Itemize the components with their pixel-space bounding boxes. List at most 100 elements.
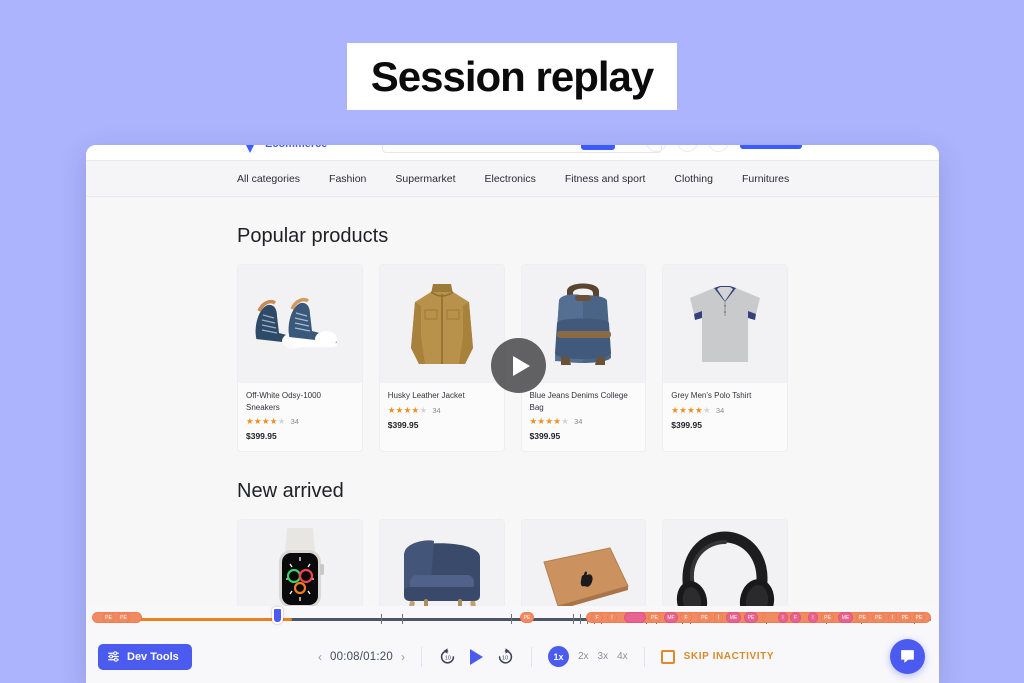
rating-count: 34 — [715, 406, 725, 415]
site-search-button[interactable] — [581, 145, 615, 150]
timeline-event[interactable]: ME — [838, 612, 853, 623]
timeline-event[interactable]: I — [714, 612, 723, 623]
sliders-icon — [108, 651, 119, 662]
timeline-event[interactable]: PE — [744, 612, 758, 623]
rewind-10-icon: 10 — [440, 648, 455, 664]
product-image-polo — [663, 265, 787, 383]
chat-support-button[interactable] — [890, 639, 925, 674]
nav-item-fitness-and-sport[interactable]: Fitness and sport — [565, 173, 646, 185]
speed-option-1x[interactable]: 1x — [547, 646, 569, 667]
forward-10-button[interactable]: 10 — [496, 647, 515, 666]
timeline-playhead[interactable] — [272, 607, 283, 624]
nav-item-electronics[interactable]: Electronics — [485, 173, 536, 185]
section-heading-new-arrived: New arrived — [237, 480, 344, 503]
timeline-event[interactable]: PE — [648, 612, 661, 623]
prev-event-button[interactable]: ‹ — [318, 650, 322, 664]
timeline-event[interactable]: I — [808, 612, 818, 623]
timeline-event[interactable]: PE — [899, 612, 911, 623]
skip-inactivity-checkbox[interactable] — [660, 649, 675, 664]
rating-count: 34 — [432, 406, 441, 415]
speed-option-2x[interactable]: 2x — [578, 651, 589, 662]
grey-polo-illustration — [690, 286, 761, 362]
product-card[interactable]: Grey Men's Polo Tshirt ★★★★★ 34 $399.95 — [662, 264, 788, 453]
time-display: 00:08/01:20 — [330, 650, 393, 663]
timeline-event[interactable]: F — [680, 612, 692, 623]
product-price: $399.95 — [529, 431, 561, 442]
playback-speed-group: 1x 2x 3x 4x — [547, 646, 628, 667]
timeline-event[interactable]: MF — [664, 612, 678, 623]
session-replay-viewport: Ecommerce All categories Fashion Superma… — [86, 145, 939, 683]
nav-item-all-categories[interactable]: All categories — [237, 173, 300, 185]
rewind-10-button[interactable]: 10 — [438, 647, 457, 666]
logo-mark-icon — [241, 145, 259, 153]
skip-inactivity-label: SKIP INACTIVITY — [683, 651, 775, 662]
site-header-cta-button[interactable] — [740, 145, 802, 149]
timeline-event[interactable]: ME — [726, 612, 741, 623]
rating-count: 34 — [290, 417, 299, 427]
site-header: Ecommerce — [86, 145, 939, 161]
divider — [420, 646, 422, 667]
play-button[interactable] — [469, 648, 483, 665]
skip-inactivity-group[interactable]: SKIP INACTIVITY — [660, 649, 775, 664]
forward-10-icon: 10 — [498, 648, 513, 664]
timeline-event[interactable]: PE — [698, 612, 711, 623]
account-icon[interactable] — [646, 145, 667, 152]
timeline-event[interactable]: PE — [102, 612, 115, 623]
rating-stars: ★★★★★ — [246, 416, 286, 427]
denim-backpack-illustration — [555, 283, 612, 365]
next-event-button[interactable]: › — [401, 650, 405, 664]
timeline-event[interactable]: F — [790, 612, 801, 623]
product-rating: ★★★★★ 34 — [246, 417, 354, 426]
nav-item-supermarket[interactable]: Supermarket — [395, 173, 455, 185]
product-price: $399.95 — [387, 420, 419, 430]
product-rating: ★★★★★ 34 — [671, 406, 779, 415]
dev-tools-button[interactable]: Dev Tools — [98, 643, 192, 670]
product-rating: ★★★★★ 34 — [530, 417, 638, 426]
timeline-event[interactable]: I — [607, 612, 617, 623]
product-name: Off-White Odsy-1000 Sneakers — [246, 391, 321, 412]
product-price: $399.95 — [246, 431, 277, 442]
cart-icon[interactable] — [708, 145, 729, 152]
dev-tools-label: Dev Tools — [127, 650, 179, 663]
nav-item-clothing[interactable]: Clothing — [674, 173, 713, 185]
wishlist-icon[interactable] — [677, 145, 698, 152]
timeline-event[interactable]: PE — [856, 612, 869, 623]
timeline-event[interactable]: PE — [821, 612, 834, 623]
page-title-banner: Session replay — [347, 43, 677, 110]
timeline-event[interactable]: F — [591, 612, 603, 623]
navy-sneakers-illustration — [255, 297, 338, 349]
rating-stars: ★★★★★ — [387, 405, 428, 416]
timeline-event[interactable]: PE — [117, 612, 130, 623]
tan-jacket-illustration — [410, 284, 473, 364]
product-price: $399.95 — [671, 420, 702, 430]
timeline-event[interactable]: PE — [520, 612, 534, 623]
timeline-event[interactable] — [624, 612, 646, 623]
site-header-icons — [646, 145, 729, 152]
play-icon — [469, 648, 483, 665]
player-controls: Dev Tools ‹ 00:08/01:20 › 10 10 1x 2x 3x… — [86, 629, 939, 683]
divider — [530, 646, 532, 667]
product-name: Blue Jeans Denims College Bag — [529, 391, 628, 412]
chat-bubble-icon — [901, 650, 914, 663]
rating-stars: ★★★★★ — [671, 405, 711, 416]
divider — [643, 646, 645, 667]
timeline-event[interactable]: I — [778, 612, 788, 623]
svg-text:10: 10 — [445, 656, 451, 662]
timeline-scrubber[interactable]: PE PE PE F I PE MF F PE I ME PE I F I PE… — [86, 606, 939, 629]
page-title: Session replay — [370, 52, 654, 100]
site-logo[interactable]: Ecommerce — [241, 145, 327, 153]
replay-play-overlay-button[interactable] — [491, 338, 546, 393]
product-card[interactable]: Off-White Odsy-1000 Sneakers ★★★★★ 34 $3… — [237, 264, 363, 453]
timeline-event[interactable]: PE — [913, 612, 925, 623]
speed-option-4x[interactable]: 4x — [617, 651, 628, 662]
nav-item-fashion[interactable]: Fashion — [329, 173, 366, 185]
section-heading-popular: Popular products — [237, 225, 389, 247]
speed-option-3x[interactable]: 3x — [598, 651, 609, 662]
rating-stars: ★★★★★ — [529, 416, 570, 427]
timeline-event[interactable]: I — [888, 612, 897, 623]
product-image-jacket — [379, 265, 504, 383]
product-card[interactable]: Husky Leather Jacket ★★★★★ 34 $399.95 — [378, 264, 505, 453]
timeline-event[interactable]: PE — [872, 612, 885, 623]
nav-item-furnitures[interactable]: Furnitures — [742, 173, 789, 185]
site-search-input[interactable] — [382, 145, 662, 153]
